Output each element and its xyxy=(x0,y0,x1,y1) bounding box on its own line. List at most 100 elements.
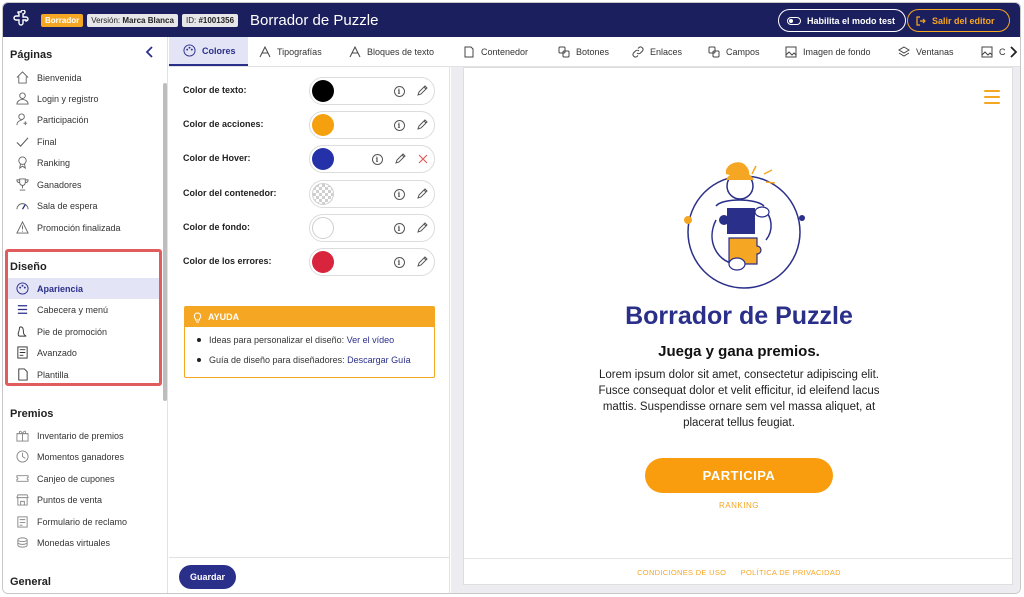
sidebar-item-ganadores[interactable]: Ganadores xyxy=(5,174,161,195)
hamburger-menu-icon[interactable] xyxy=(984,90,1000,104)
preview-subtitle: Juega y gana premios. xyxy=(658,343,820,360)
sidebar-item-formulario-reclamo[interactable]: Formulario de reclamo xyxy=(5,511,161,532)
prizes-section-title: Premios xyxy=(10,408,54,420)
tab-ventanas[interactable]: Ventanas xyxy=(898,37,954,66)
fields-icon xyxy=(708,46,720,58)
edit-pencil-icon[interactable] xyxy=(415,84,429,98)
puzzle-logo-icon[interactable] xyxy=(9,8,33,32)
color-label: Color de fondo: xyxy=(183,222,250,232)
transparent-swatch[interactable] xyxy=(312,183,334,205)
info-icon[interactable]: i xyxy=(392,84,406,98)
sidebar-item-inventario-premios[interactable]: Inventario de premios xyxy=(5,425,161,446)
sidebar-scrollbar[interactable] xyxy=(163,83,167,401)
help-item: Ideas para personalizar el diseño: Ver e… xyxy=(197,333,434,353)
sidebar: Páginas Bienvenida Login y registro Part… xyxy=(3,37,168,593)
color-label: Color de acciones: xyxy=(183,119,264,129)
top-bar: Borrador Versión: Marca Blanca ID: #1001… xyxy=(3,3,1020,37)
info-icon[interactable]: i xyxy=(392,187,406,201)
tab-tipografias[interactable]: Tipografías xyxy=(259,37,322,66)
test-mode-button[interactable]: Habilita el modo test xyxy=(778,9,906,32)
color-picker[interactable]: i xyxy=(309,145,435,173)
collapse-sidebar-icon[interactable] xyxy=(144,45,156,58)
info-icon[interactable]: i xyxy=(392,118,406,132)
color-picker[interactable]: i xyxy=(309,180,435,208)
info-icon[interactable]: i xyxy=(370,152,384,166)
sidebar-item-label: Momentos ganadores xyxy=(37,451,125,462)
ranking-link[interactable]: RANKING xyxy=(464,501,1014,510)
color-row-contenedor: Color del contenedor: i xyxy=(181,180,441,208)
sidebar-item-momentos-ganadores[interactable]: Momentos ganadores xyxy=(5,446,161,467)
tab-campos[interactable]: Campos xyxy=(708,37,760,66)
preview-body-text: Lorem ipsum dolor sit amet, consectetur … xyxy=(598,369,880,429)
sidebar-item-label: Sala de espera xyxy=(37,200,98,211)
privacy-link[interactable]: POLÍTICA DE PRIVACIDAD xyxy=(741,568,841,577)
help-item-text: Ideas para personalizar el diseño: xyxy=(209,335,345,345)
color-row-fondo: Color de fondo: i xyxy=(181,214,441,242)
id-value: #1001356 xyxy=(198,15,235,25)
preview-footer-divider xyxy=(464,558,1014,559)
exit-editor-label: Salir del editor xyxy=(932,15,995,26)
help-title: AYUDA xyxy=(208,312,240,322)
sidebar-item-ranking[interactable]: Ranking xyxy=(5,152,161,173)
save-button[interactable]: Guardar xyxy=(179,565,236,589)
guide-download-link[interactable]: Descargar Guía xyxy=(347,355,411,365)
edit-pencil-icon[interactable] xyxy=(415,221,429,235)
version-badge: Versión: Marca Blanca xyxy=(87,13,178,27)
exit-editor-button[interactable]: Salir del editor xyxy=(907,9,1010,32)
test-mode-label: Habilita el modo test xyxy=(807,15,896,26)
info-icon[interactable]: i xyxy=(392,221,406,235)
color-picker[interactable]: i xyxy=(309,111,435,139)
sidebar-item-puntos-venta[interactable]: Puntos de venta xyxy=(5,489,161,510)
buttons-icon xyxy=(558,46,570,58)
tab-botones[interactable]: Botones xyxy=(558,37,609,66)
id-label: ID: xyxy=(185,15,197,25)
toggle-icon xyxy=(787,16,801,25)
color-row-texto: Color de texto: i xyxy=(181,77,441,105)
sidebar-item-label: Ganadores xyxy=(37,179,82,190)
color-swatch[interactable] xyxy=(312,114,334,136)
sidebar-item-canjeo-cupones[interactable]: Canjeo de cupones xyxy=(5,468,161,489)
color-swatch[interactable] xyxy=(312,251,334,273)
medal-icon xyxy=(15,156,29,170)
edit-pencil-icon[interactable] xyxy=(415,255,429,269)
remove-color-icon[interactable] xyxy=(416,152,430,166)
colors-panel: Color de texto: i Color de acciones: i C… xyxy=(169,67,450,593)
tab-enlaces[interactable]: Enlaces xyxy=(632,37,682,66)
color-row-errores: Color de los errores: i xyxy=(181,248,441,276)
video-link[interactable]: Ver el vídeo xyxy=(347,335,395,345)
sidebar-item-sala-espera[interactable]: Sala de espera xyxy=(5,195,161,216)
tab-bloques-texto[interactable]: Bloques de texto xyxy=(349,37,434,66)
sidebar-item-monedas-virtuales[interactable]: Monedas virtuales xyxy=(5,532,161,553)
sidebar-item-login[interactable]: Login y registro xyxy=(5,88,161,109)
sidebar-item-label: Ranking xyxy=(37,157,71,168)
color-swatch[interactable] xyxy=(312,217,334,239)
edit-pencil-icon[interactable] xyxy=(415,187,429,201)
color-swatch[interactable] xyxy=(312,148,334,170)
tab-partial[interactable]: C xyxy=(981,37,1006,66)
tab-label: Tipografías xyxy=(277,46,322,57)
color-picker[interactable]: i xyxy=(309,77,435,105)
sidebar-item-promocion-finalizada[interactable]: Promoción finalizada xyxy=(5,217,161,238)
tabs-scroll-right-icon[interactable] xyxy=(1006,43,1020,61)
edit-pencil-icon[interactable] xyxy=(415,118,429,132)
tab-contenedor[interactable]: Contenedor xyxy=(463,37,528,66)
edit-pencil-icon[interactable] xyxy=(393,152,407,166)
exit-icon xyxy=(916,15,926,26)
tab-label: Enlaces xyxy=(650,46,683,57)
color-swatch[interactable] xyxy=(312,80,334,102)
sidebar-item-bienvenida[interactable]: Bienvenida xyxy=(5,67,161,88)
participate-button[interactable]: PARTICIPA xyxy=(645,458,833,493)
tab-imagen-fondo[interactable]: Imagen de fondo xyxy=(785,37,871,66)
help-item: Guía de diseño para diseñadores: Descarg… xyxy=(197,353,434,373)
page-title: Borrador de Puzzle xyxy=(250,11,379,29)
color-row-acciones: Color de acciones: i xyxy=(181,111,441,139)
tab-colores[interactable]: Colores xyxy=(169,37,248,66)
sidebar-item-participacion[interactable]: Participación xyxy=(5,109,161,130)
color-picker[interactable]: i xyxy=(309,248,435,276)
info-icon[interactable]: i xyxy=(392,255,406,269)
form-icon xyxy=(15,515,29,529)
sidebar-item-final[interactable]: Final xyxy=(5,131,161,152)
terms-link[interactable]: CONDICIONES DE USO xyxy=(637,568,726,577)
text-block-icon xyxy=(349,45,361,58)
color-picker[interactable]: i xyxy=(309,214,435,242)
